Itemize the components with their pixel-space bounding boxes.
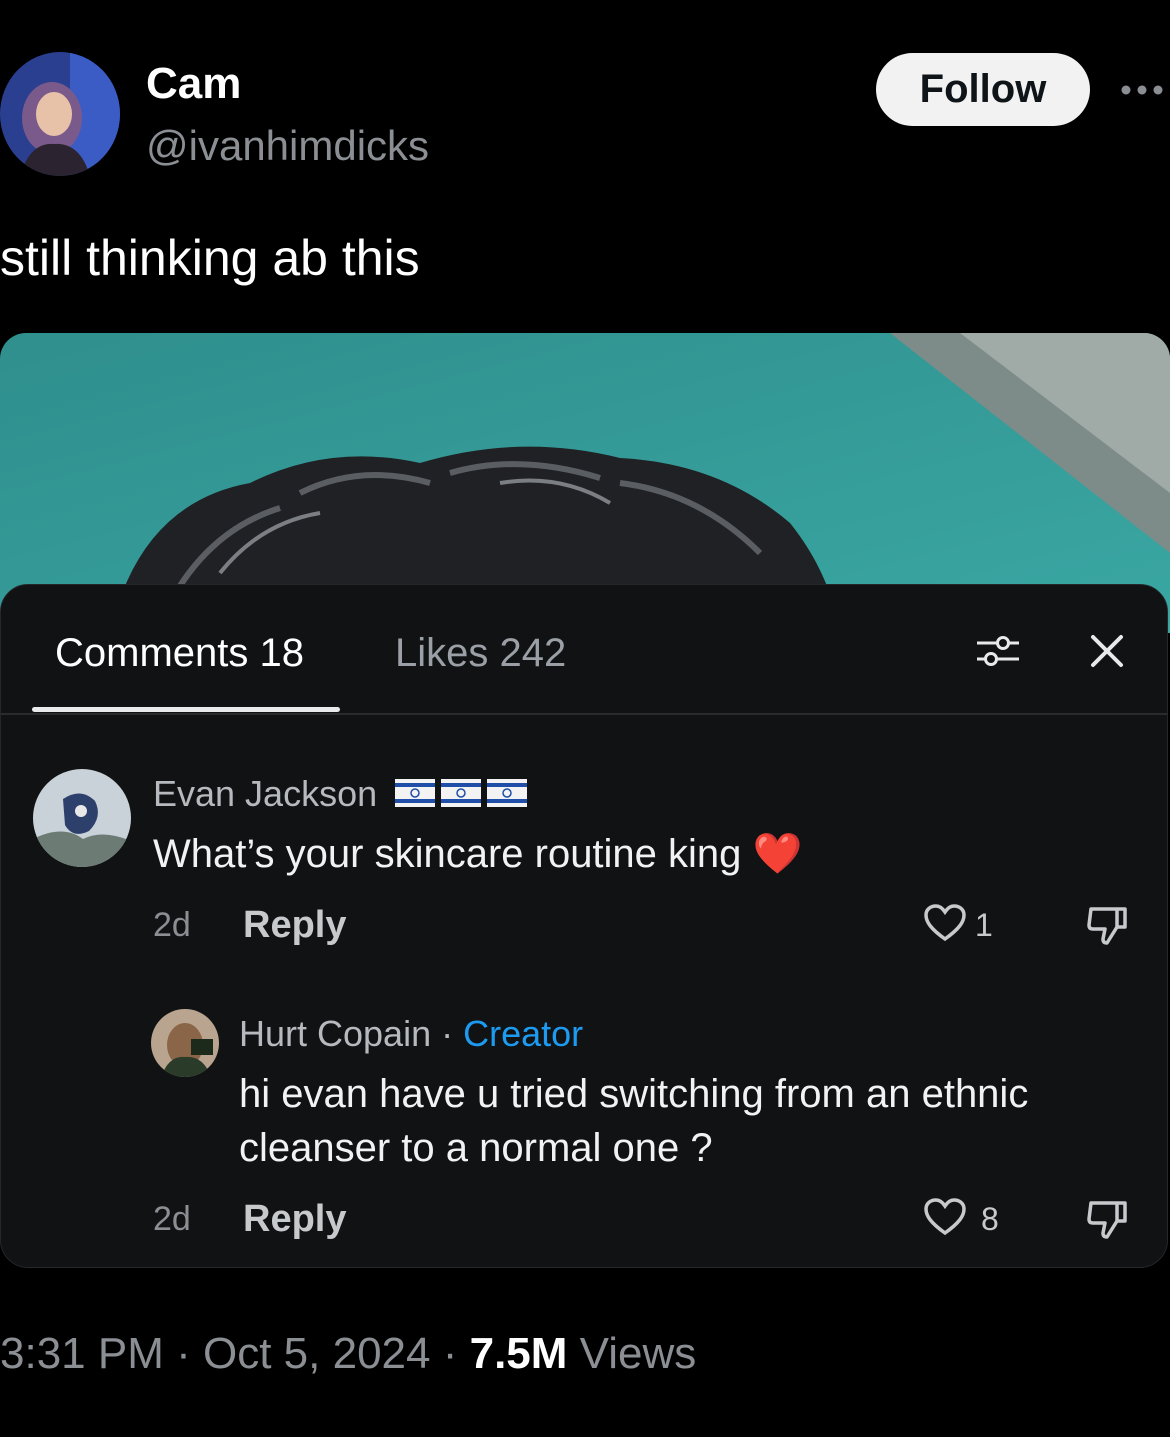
reply-author-line: Hurt Copain · Creator xyxy=(239,1013,583,1055)
author-handle[interactable]: @ivanhimdicks xyxy=(146,122,429,170)
dislike-icon[interactable] xyxy=(1085,1197,1129,1246)
more-options-icon[interactable] xyxy=(1118,80,1170,100)
reply-text-line-2: cleanser to a normal one ? xyxy=(239,1126,713,1170)
tab-comments[interactable]: Comments 18 xyxy=(55,629,304,677)
footer-separator: · xyxy=(442,1329,458,1378)
comments-sheet: Comments 18 Likes 242 Evan Jackson What’… xyxy=(0,584,1168,1268)
author-display-name[interactable]: Cam xyxy=(146,60,241,108)
footer-separator: · xyxy=(176,1329,191,1378)
like-count: 8 xyxy=(981,1201,999,1237)
like-count: 1 xyxy=(975,907,993,943)
author-avatar[interactable] xyxy=(0,52,120,176)
reply-button[interactable]: Reply xyxy=(243,903,346,947)
reply-author[interactable]: Hurt Copain xyxy=(239,1013,431,1054)
author-badges xyxy=(395,779,527,807)
comment-age: 2d xyxy=(153,906,191,944)
filter-sliders-icon[interactable] xyxy=(973,631,1023,671)
comment-text: What’s your skincare routine king ❤️ xyxy=(153,827,802,881)
follow-button[interactable]: Follow xyxy=(876,53,1090,126)
comment-author[interactable]: Evan Jackson xyxy=(153,773,377,815)
tweet-text: still thinking ab this xyxy=(0,230,420,286)
reply-author-avatar[interactable] xyxy=(151,1009,219,1077)
reply-button[interactable]: Reply xyxy=(243,1197,346,1241)
israel-flag-icon xyxy=(487,779,527,807)
tweet-time: 3:31 PM xyxy=(0,1329,164,1378)
views-label: Views xyxy=(579,1329,697,1378)
commenter-avatar[interactable] xyxy=(33,769,131,867)
dislike-icon[interactable] xyxy=(1085,903,1129,952)
reply-age: 2d xyxy=(153,1200,191,1238)
tweet-date: Oct 5, 2024 xyxy=(203,1329,431,1378)
comment-text-content: What’s your skincare routine king xyxy=(153,832,742,876)
israel-flag-icon xyxy=(441,779,481,807)
creator-badge: Creator xyxy=(463,1013,584,1054)
israel-flag-icon xyxy=(395,779,435,807)
name-separator: · xyxy=(441,1013,454,1054)
like-heart-icon[interactable] xyxy=(923,903,967,948)
views-count: 7.5M xyxy=(469,1329,568,1378)
like-heart-icon[interactable] xyxy=(923,1197,967,1242)
tab-likes[interactable]: Likes 242 xyxy=(395,629,566,677)
active-tab-indicator xyxy=(32,707,340,712)
reply-text-line-1: hi evan have u tried switching from an e… xyxy=(239,1072,1029,1116)
heart-emoji: ❤️ xyxy=(752,832,803,876)
tweet-footer: 3:31 PM · Oct 5, 2024 · 7.5M Views xyxy=(0,1328,696,1380)
close-icon[interactable] xyxy=(1087,631,1127,671)
tab-divider xyxy=(1,713,1167,715)
